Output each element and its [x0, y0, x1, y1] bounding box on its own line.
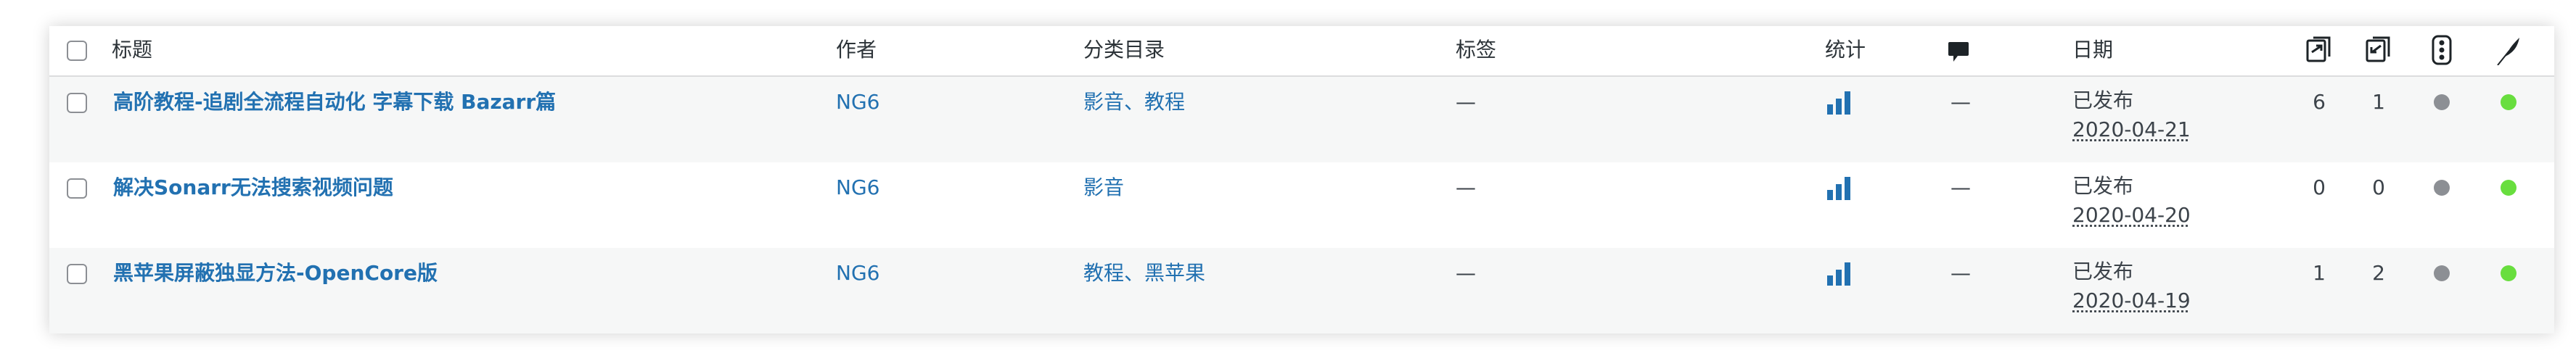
outgoing-links-count: 0 — [2313, 175, 2326, 199]
row-checkbox[interactable] — [67, 264, 87, 284]
feather-icon[interactable] — [2496, 36, 2521, 65]
incoming-links-count: 2 — [2372, 261, 2385, 285]
status-dot-green — [2501, 265, 2516, 281]
status-dot-gray — [2434, 94, 2450, 110]
post-author-link[interactable]: NG6 — [836, 175, 879, 200]
bar-chart-icon[interactable] — [1827, 175, 1852, 200]
post-date: 2020-04-19 — [2072, 289, 2191, 312]
row-checkbox[interactable] — [67, 178, 87, 199]
post-tags: — — [1456, 90, 1476, 114]
post-author-link[interactable]: NG6 — [836, 261, 879, 286]
post-comments: — — [1951, 90, 1971, 114]
column-author-header: 作者 — [836, 38, 877, 62]
status-dot-gray — [2434, 180, 2450, 196]
outgoing-links-icon[interactable] — [2305, 36, 2332, 64]
post-date: 2020-04-20 — [2072, 203, 2191, 227]
incoming-links-count: 1 — [2372, 90, 2385, 114]
post-author-link[interactable]: NG6 — [836, 90, 879, 115]
status-dot-green — [2501, 180, 2516, 196]
column-title-header[interactable]: 标题 — [112, 38, 152, 62]
post-status: 已发布 — [2072, 174, 2134, 198]
post-status: 已发布 — [2072, 88, 2134, 112]
post-tags: — — [1456, 175, 1476, 199]
outgoing-links-count: 6 — [2313, 90, 2326, 114]
post-title-link[interactable]: 解决Sonarr无法搜索视频问题 — [113, 175, 393, 200]
post-categories-link[interactable]: 影音 — [1083, 175, 1124, 200]
post-categories-link[interactable]: 教程、黑苹果 — [1083, 261, 1205, 286]
post-title-link[interactable]: 高阶教程-追剧全流程自动化 字幕下载 Bazarr篇 — [113, 90, 556, 115]
post-comments: — — [1951, 261, 1971, 285]
traffic-light-icon[interactable] — [2431, 35, 2453, 65]
column-date-header[interactable]: 日期 — [2072, 38, 2113, 62]
post-comments: — — [1951, 175, 1971, 199]
incoming-links-icon[interactable] — [2364, 36, 2392, 64]
select-all-checkbox[interactable] — [67, 41, 87, 61]
outgoing-links-count: 1 — [2313, 261, 2326, 285]
bar-chart-icon[interactable] — [1827, 90, 1852, 115]
column-tags-header: 标签 — [1456, 38, 1497, 62]
table-header: 标题 作者 分类目录 标签 统计 日期 — [49, 26, 2554, 77]
status-dot-gray — [2434, 265, 2450, 281]
post-status: 已发布 — [2072, 260, 2134, 283]
posts-table: 标题 作者 分类目录 标签 统计 日期 高阶教程-追剧全流程自动化 字幕下载 B… — [49, 26, 2554, 333]
post-title-link[interactable]: 黑苹果屏蔽独显方法-OpenCore版 — [113, 261, 438, 286]
table-row: 解决Sonarr无法搜索视频问题 NG6 影音 — — 已发布 2020-04-… — [49, 162, 2554, 248]
post-tags: — — [1456, 261, 1476, 285]
post-date: 2020-04-21 — [2072, 117, 2191, 141]
comment-bubble-icon[interactable] — [1948, 41, 1969, 64]
table-row: 黑苹果屏蔽独显方法-OpenCore版 NG6 教程、黑苹果 — — 已发布 2… — [49, 248, 2554, 333]
bar-chart-icon[interactable] — [1827, 261, 1852, 286]
table-row: 高阶教程-追剧全流程自动化 字幕下载 Bazarr篇 NG6 影音、教程 — —… — [49, 77, 2554, 162]
post-categories-link[interactable]: 影音、教程 — [1083, 90, 1185, 115]
column-categories-header: 分类目录 — [1083, 38, 1165, 62]
status-dot-green — [2501, 94, 2516, 110]
incoming-links-count: 0 — [2372, 175, 2385, 199]
row-checkbox[interactable] — [67, 93, 87, 113]
column-stats-header: 统计 — [1825, 38, 1866, 62]
